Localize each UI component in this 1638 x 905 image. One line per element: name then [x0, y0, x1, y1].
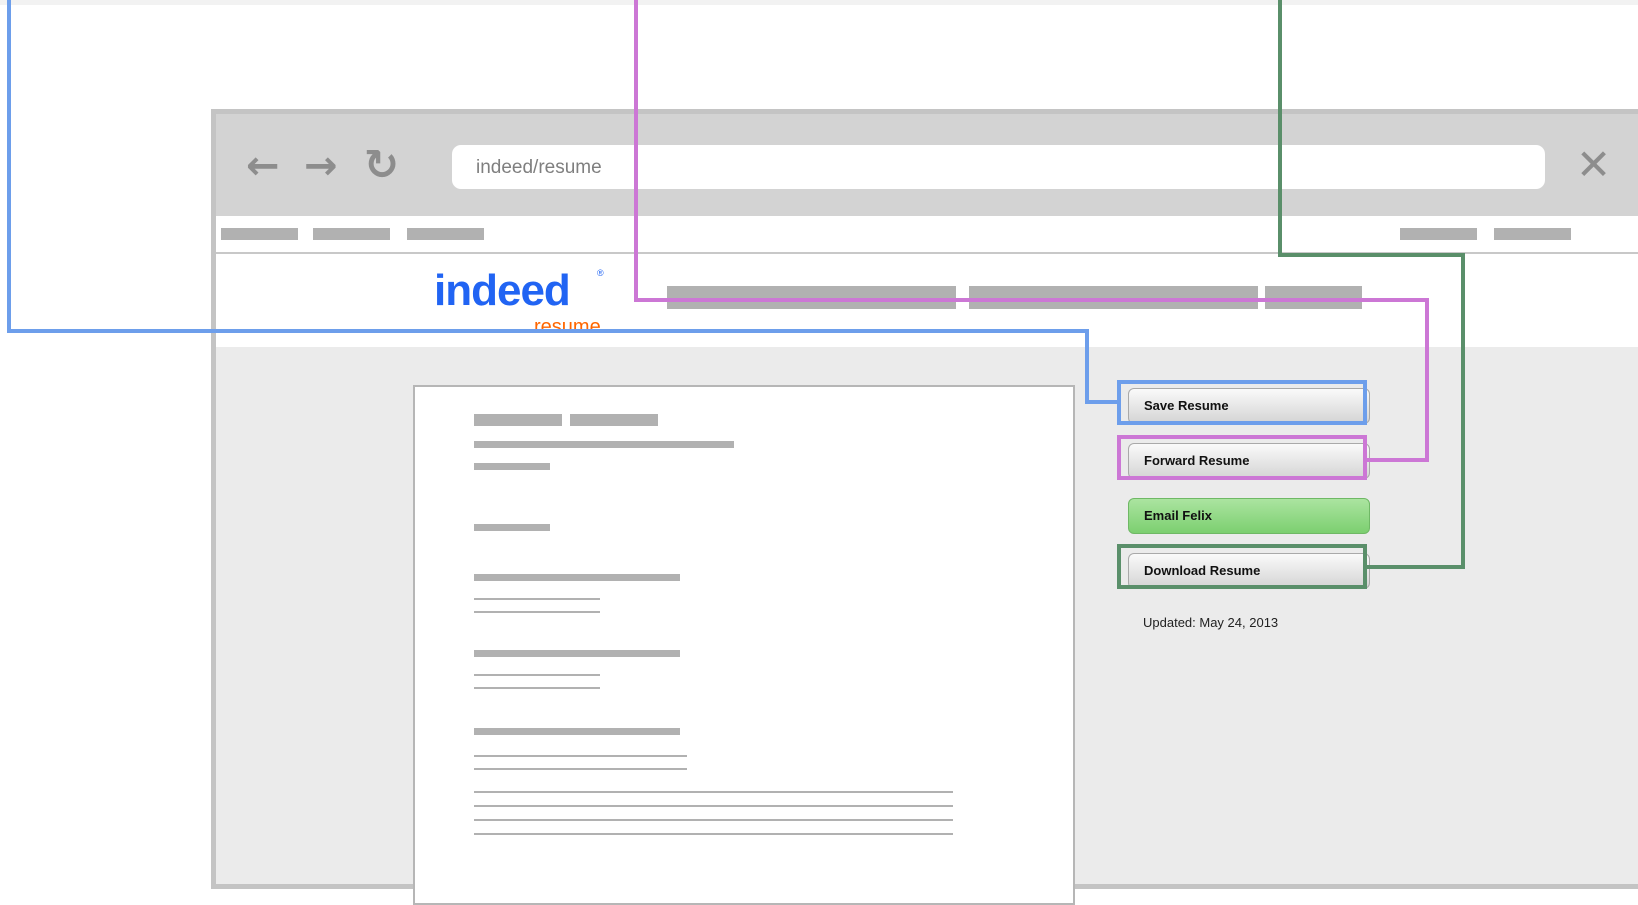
save-callout-box	[1117, 380, 1367, 425]
indeed-resume-logo[interactable]: indeed ® resume	[434, 266, 614, 338]
arrow-left-icon[interactable]: ←	[246, 146, 280, 186]
text-placeholder	[474, 791, 953, 793]
browser-window: ← → ↻ indeed/resume ✕ indeed ® resume Sa…	[211, 109, 1638, 905]
text-placeholder	[474, 524, 550, 531]
browser-toolbar: ← → ↻ indeed/resume ✕	[216, 114, 1638, 216]
address-bar-text: indeed/resume	[476, 157, 602, 178]
text-placeholder	[474, 414, 562, 426]
text-placeholder	[474, 819, 953, 821]
download-connector	[1278, 0, 1282, 257]
logo-sub-text: resume	[534, 316, 601, 338]
forward-callout-box	[1117, 435, 1367, 480]
bookmark-placeholder[interactable]	[407, 228, 484, 240]
bookmark-bar	[216, 216, 1638, 254]
bookmark-placeholder[interactable]	[1400, 228, 1477, 240]
text-placeholder	[474, 574, 680, 581]
forward-connector	[1365, 458, 1429, 462]
bookmark-placeholder[interactable]	[221, 228, 298, 240]
save-connector	[1085, 329, 1089, 404]
text-placeholder	[474, 805, 953, 807]
resume-document	[413, 385, 1075, 905]
download-connector	[1278, 253, 1465, 257]
registered-mark: ®	[597, 268, 604, 278]
download-callout-box	[1117, 544, 1367, 589]
text-placeholder	[474, 755, 687, 757]
reload-icon[interactable]: ↻	[364, 144, 399, 186]
text-placeholder	[474, 768, 687, 770]
forward-connector	[634, 0, 638, 302]
text-placeholder	[474, 611, 600, 613]
logo-main-text: indeed	[434, 266, 571, 315]
address-bar[interactable]: indeed/resume	[452, 145, 1545, 189]
bookmark-placeholder[interactable]	[313, 228, 390, 240]
text-placeholder	[474, 687, 600, 689]
download-connector	[1365, 565, 1465, 569]
text-placeholder	[474, 728, 680, 735]
email-felix-button[interactable]: Email Felix	[1128, 498, 1370, 534]
updated-date: Updated: May 24, 2013	[1143, 615, 1279, 630]
text-placeholder	[474, 463, 550, 470]
save-connector	[1085, 400, 1119, 404]
save-connector	[7, 329, 1089, 333]
text-placeholder	[474, 598, 600, 600]
close-icon[interactable]: ✕	[1576, 144, 1611, 186]
save-connector	[7, 0, 11, 333]
arrow-right-icon[interactable]: →	[304, 146, 338, 186]
text-placeholder	[570, 414, 658, 426]
forward-connector	[1425, 298, 1429, 462]
text-placeholder	[474, 650, 680, 657]
text-placeholder	[474, 833, 953, 835]
forward-connector	[634, 298, 1429, 302]
bookmark-placeholder[interactable]	[1494, 228, 1571, 240]
text-placeholder	[474, 674, 600, 676]
text-placeholder	[474, 441, 734, 448]
top-strip	[0, 0, 1638, 5]
download-connector	[1461, 253, 1465, 569]
